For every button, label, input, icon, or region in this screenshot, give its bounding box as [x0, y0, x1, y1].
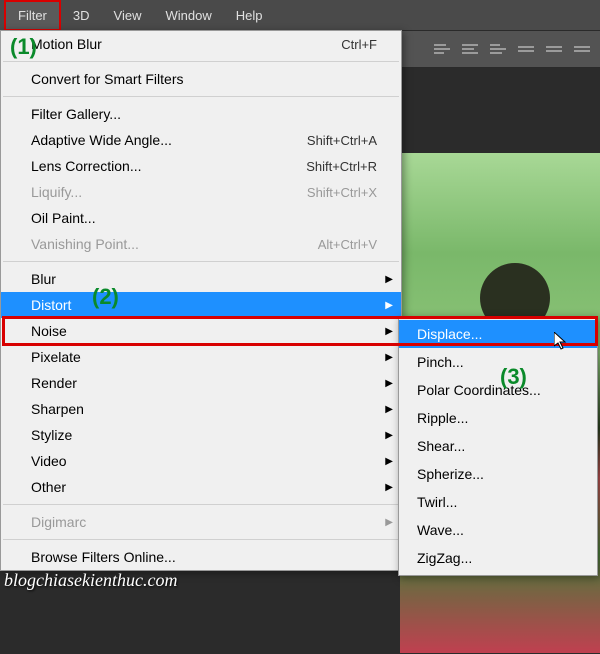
submenu-item-shear[interactable]: Shear... [399, 432, 597, 460]
menu-shortcut: Shift+Ctrl+X [307, 185, 377, 200]
submenu-item-zigzag[interactable]: ZigZag... [399, 544, 597, 572]
distribute-icon[interactable] [518, 41, 534, 57]
menu-label: Sharpen [31, 401, 84, 417]
menu-shortcut: Ctrl+F [341, 37, 377, 52]
menu-oil-paint[interactable]: Oil Paint... [1, 205, 401, 231]
menu-label: Pixelate [31, 349, 81, 365]
submenu-arrow-icon: ▶ [385, 326, 393, 337]
menu-label: Distort [31, 297, 71, 313]
menu-browse-filters[interactable]: Browse Filters Online... [1, 544, 401, 570]
menu-label: Noise [31, 323, 67, 339]
align-icon[interactable] [434, 41, 450, 57]
submenu-other[interactable]: Other ▶ [1, 474, 401, 500]
menu-label: Convert for Smart Filters [31, 71, 183, 87]
menubar: Filter 3D View Window Help [0, 0, 600, 30]
align-icon[interactable] [462, 41, 478, 57]
menu-window[interactable]: Window [153, 2, 223, 29]
submenu-item-ripple[interactable]: Ripple... [399, 404, 597, 432]
submenu-item-displace[interactable]: Displace... [399, 320, 597, 348]
menu-label: Liquify... [31, 184, 82, 200]
menu-3d[interactable]: 3D [61, 2, 102, 29]
submenu-stylize[interactable]: Stylize ▶ [1, 422, 401, 448]
menu-label: Blur [31, 271, 56, 287]
filter-dropdown: Motion Blur Ctrl+F Convert for Smart Fil… [0, 30, 402, 571]
separator [3, 61, 399, 62]
submenu-blur[interactable]: Blur ▶ [1, 266, 401, 292]
submenu-sharpen[interactable]: Sharpen ▶ [1, 396, 401, 422]
submenu-item-wave[interactable]: Wave... [399, 516, 597, 544]
submenu-arrow-icon: ▶ [385, 517, 393, 528]
submenu-arrow-icon: ▶ [385, 300, 393, 311]
submenu-arrow-icon: ▶ [385, 456, 393, 467]
menu-label: Stylize [31, 427, 72, 443]
menu-view[interactable]: View [102, 2, 154, 29]
submenu-noise[interactable]: Noise ▶ [1, 318, 401, 344]
menu-label: Filter Gallery... [31, 106, 121, 122]
menu-adaptive-wide-angle[interactable]: Adaptive Wide Angle... Shift+Ctrl+A [1, 127, 401, 153]
menu-label: Adaptive Wide Angle... [31, 132, 172, 148]
menu-liquify: Liquify... Shift+Ctrl+X [1, 179, 401, 205]
menu-shortcut: Alt+Ctrl+V [318, 237, 377, 252]
submenu-arrow-icon: ▶ [385, 482, 393, 493]
menu-label: Other [31, 479, 66, 495]
menu-convert-smart[interactable]: Convert for Smart Filters [1, 66, 401, 92]
submenu-item-pinch[interactable]: Pinch... [399, 348, 597, 376]
menu-help[interactable]: Help [224, 2, 275, 29]
menu-label: Motion Blur [31, 36, 102, 52]
align-group [434, 41, 590, 57]
separator [3, 261, 399, 262]
submenu-item-spherize[interactable]: Spherize... [399, 460, 597, 488]
separator [3, 504, 399, 505]
menu-label: Digimarc [31, 514, 86, 530]
menu-vanishing-point: Vanishing Point... Alt+Ctrl+V [1, 231, 401, 257]
submenu-arrow-icon: ▶ [385, 430, 393, 441]
menu-label: Vanishing Point... [31, 236, 139, 252]
submenu-digimarc: Digimarc ▶ [1, 509, 401, 535]
menu-label: Browse Filters Online... [31, 549, 176, 565]
menu-last-filter[interactable]: Motion Blur Ctrl+F [1, 31, 401, 57]
menu-shortcut: Shift+Ctrl+A [307, 133, 377, 148]
menu-lens-correction[interactable]: Lens Correction... Shift+Ctrl+R [1, 153, 401, 179]
separator [3, 96, 399, 97]
separator [3, 539, 399, 540]
align-icon[interactable] [490, 41, 506, 57]
submenu-render[interactable]: Render ▶ [1, 370, 401, 396]
submenu-arrow-icon: ▶ [385, 352, 393, 363]
submenu-video[interactable]: Video ▶ [1, 448, 401, 474]
submenu-pixelate[interactable]: Pixelate ▶ [1, 344, 401, 370]
menu-label: Oil Paint... [31, 210, 96, 226]
submenu-arrow-icon: ▶ [385, 274, 393, 285]
distribute-icon[interactable] [546, 41, 562, 57]
menu-filter[interactable]: Filter [4, 0, 61, 31]
menu-label: Render [31, 375, 77, 391]
submenu-arrow-icon: ▶ [385, 404, 393, 415]
submenu-distort[interactable]: Distort ▶ [1, 292, 401, 318]
distribute-icon[interactable] [574, 41, 590, 57]
submenu-arrow-icon: ▶ [385, 378, 393, 389]
menu-label: Lens Correction... [31, 158, 142, 174]
menu-filter-gallery[interactable]: Filter Gallery... [1, 101, 401, 127]
submenu-item-polar[interactable]: Polar Coordinates... [399, 376, 597, 404]
distort-submenu: Displace... Pinch... Polar Coordinates..… [398, 316, 598, 576]
menu-shortcut: Shift+Ctrl+R [306, 159, 377, 174]
submenu-item-twirl[interactable]: Twirl... [399, 488, 597, 516]
menu-label: Video [31, 453, 67, 469]
